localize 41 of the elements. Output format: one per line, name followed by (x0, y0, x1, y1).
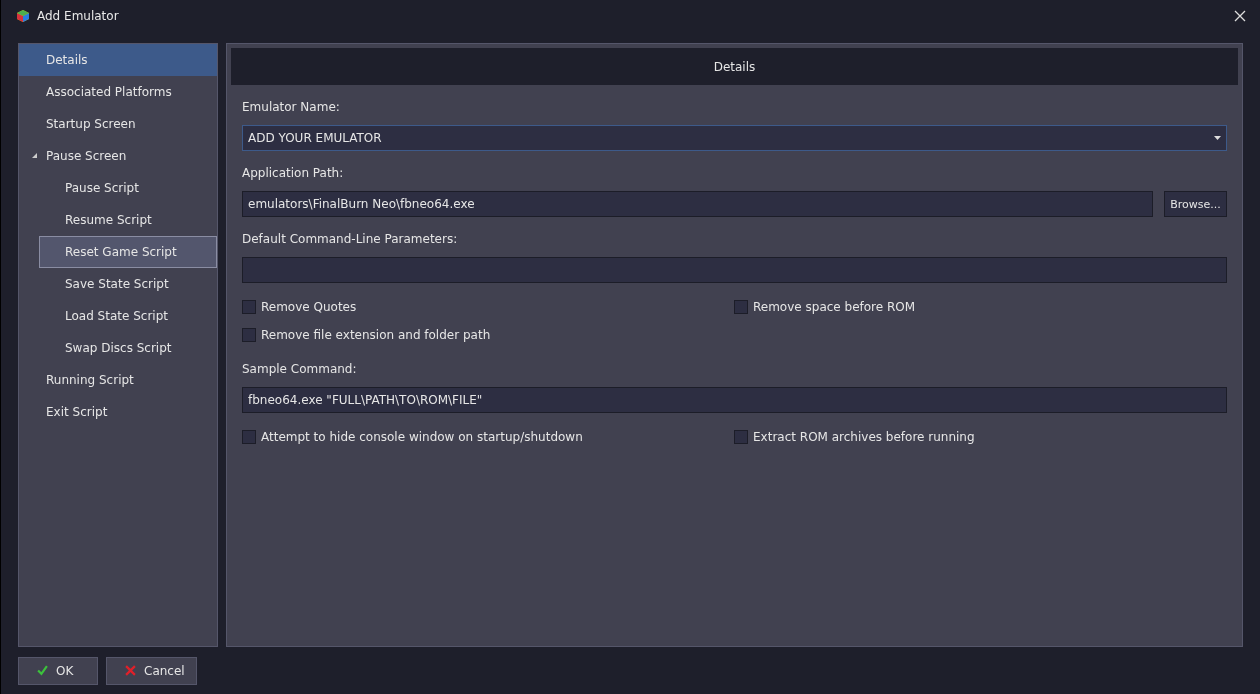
sidebar-item[interactable]: Details (19, 44, 217, 76)
text-field[interactable] (242, 257, 1227, 283)
window-title: Add Emulator (37, 9, 119, 23)
path-field[interactable]: emulators\FinalBurn Neo\fbneo64.exe (242, 191, 1153, 217)
checkmark-icon (37, 665, 48, 676)
sidebar-item[interactable]: Load State Script (39, 300, 217, 332)
sidebar-item[interactable]: Reset Game Script (39, 236, 217, 268)
checkbox[interactable] (242, 430, 256, 444)
field-label: Application Path: (242, 165, 345, 182)
checkbox-label[interactable]: Remove file extension and folder path (261, 328, 491, 342)
cancel-button[interactable]: Cancel (106, 656, 197, 685)
field-label: Default Command-Line Parameters: (242, 231, 459, 248)
browse-button[interactable]: Browse... (1164, 191, 1227, 217)
field-label: Emulator Name: (242, 99, 341, 116)
panel-header: Details (231, 48, 1238, 85)
field-label: Sample Command: (242, 361, 358, 378)
app-cube-icon (17, 10, 29, 22)
sidebar-item[interactable]: Associated Platforms (19, 76, 217, 108)
sidebar-item[interactable]: Save State Script (39, 268, 217, 300)
emulator-name-combo[interactable]: ADD YOUR EMULATOR (242, 125, 1227, 151)
checkbox[interactable] (734, 300, 748, 314)
checkbox-label[interactable]: Extract ROM archives before running (753, 430, 975, 444)
sidebar-item[interactable]: Running Script (19, 364, 217, 396)
checkbox[interactable] (242, 300, 256, 314)
sidebar-item[interactable]: Swap Discs Script (39, 332, 217, 364)
checkbox-label[interactable]: Attempt to hide console window on startup/shutdown (261, 430, 583, 444)
close-icon[interactable] (1234, 10, 1246, 22)
checkbox[interactable] (734, 430, 748, 444)
checkbox-label[interactable]: Remove Quotes (261, 300, 357, 314)
checkbox[interactable] (242, 328, 256, 342)
sidebar-item[interactable]: Pause Screen (19, 140, 217, 172)
sidebar-item[interactable]: Exit Script (19, 396, 217, 428)
ok-button[interactable]: OK (18, 656, 98, 685)
dropdown-arrow-icon[interactable] (1214, 136, 1221, 140)
sidebar-item[interactable]: Resume Script (39, 204, 217, 236)
expand-triangle-icon[interactable] (32, 153, 37, 158)
x-mark-icon (125, 665, 136, 676)
sidebar-item[interactable]: Startup Screen (19, 108, 217, 140)
text-field[interactable]: fbneo64.exe "FULL\PATH\TO\ROM\FILE" (242, 387, 1227, 413)
sidebar-item[interactable]: Pause Script (39, 172, 217, 204)
checkbox-label[interactable]: Remove space before ROM (753, 300, 916, 314)
